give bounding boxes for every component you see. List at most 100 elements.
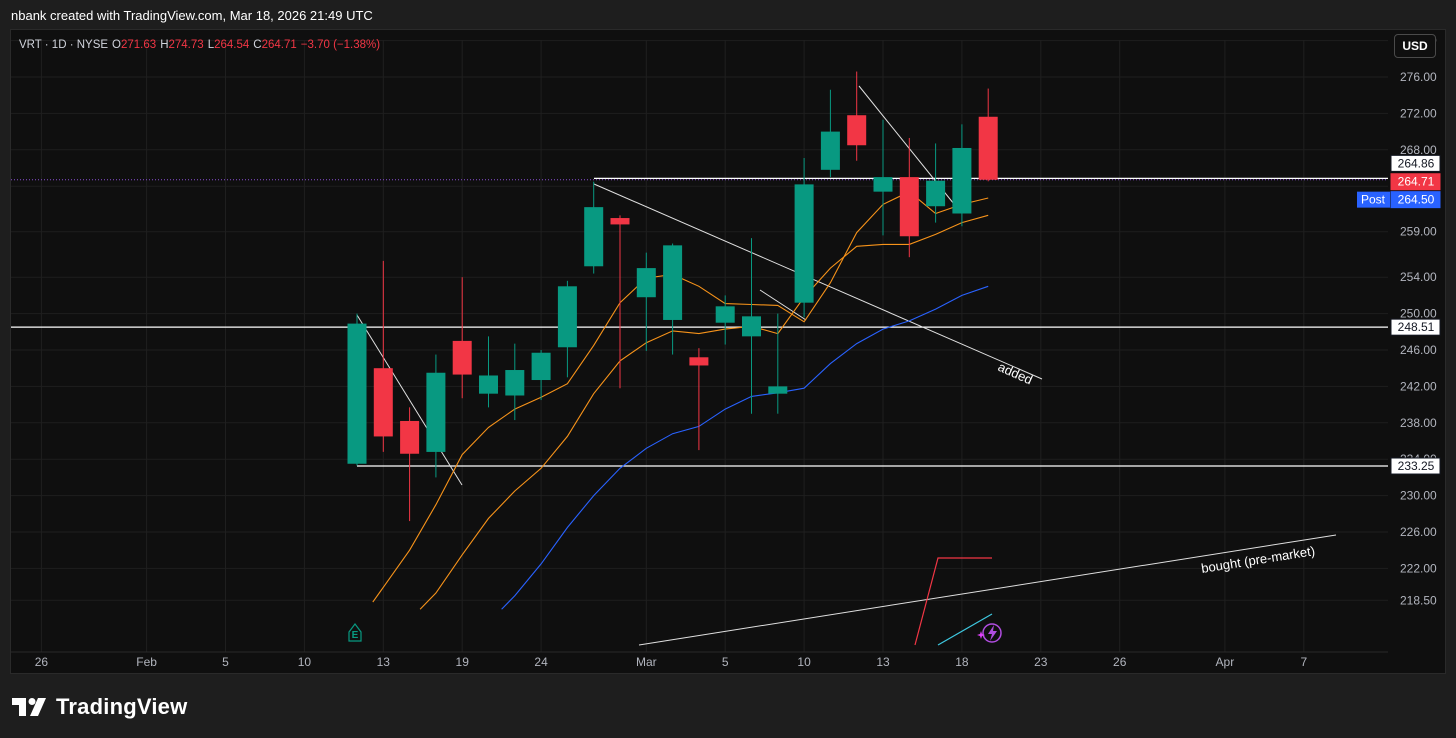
candle [978,88,998,182]
candle-body [820,131,840,170]
legend-low: L264.54 [207,39,250,51]
time-tick-label: 10 [298,655,312,669]
post-badge-text: Post [1361,193,1386,207]
legend-change: −3.70 (−1.38%) [300,39,381,51]
tradingview-logo[interactable]: TradingView [12,694,188,719]
candle-body [505,370,525,396]
time-tick-label: 19 [456,655,470,669]
candle-body [636,268,656,298]
candle-body [794,184,814,303]
price-tick-label: 222.00 [1400,561,1437,575]
post-badge: Post [1357,191,1390,208]
legend-symbol: VRT · 1D · NYSE [19,39,109,51]
time-tick-label: Mar [636,655,657,669]
candle-body [426,372,446,452]
candle-body [663,245,683,320]
price-tick-label: 254.00 [1400,270,1437,284]
candle-body [347,323,367,464]
event-lightning-icon[interactable] [977,623,1002,643]
time-tick-label: 7 [1300,655,1307,669]
candle-body [689,357,709,366]
red-marker-line [914,557,992,646]
candle-body [899,177,919,237]
time-tick-label: Apr [1216,655,1235,669]
candle [715,295,735,345]
price-tick-label: 242.00 [1400,379,1437,393]
price-tag-level-a: 264.86 [1390,154,1441,172]
time-tick-label: 13 [377,655,391,669]
price-tag-level-a-text: 264.86 [1398,156,1435,170]
trendline-drawings [356,85,1337,646]
candle-body [400,420,420,454]
price-tick-label: 268.00 [1400,143,1437,157]
candle-body [768,386,788,394]
candle [373,260,393,452]
price-tag-level-c-text: 233.25 [1398,459,1435,473]
time-tick-label: Feb [136,655,157,669]
candle [847,71,867,161]
candle [768,313,788,414]
time-tick-label: 26 [1113,655,1127,669]
time-tick-label: 10 [797,655,811,669]
time-tick-label: 13 [876,655,890,669]
price-tick-label: 238.00 [1400,416,1437,430]
candle [873,119,893,236]
time-tick-label: 5 [222,655,229,669]
price-tick-label: 276.00 [1400,70,1437,84]
price-tick-label: 246.00 [1400,343,1437,357]
candle [584,181,604,274]
candle-body [847,115,867,146]
price-tag-last: 264.71 [1390,173,1441,191]
time-tick-label: 26 [35,655,49,669]
candle [400,407,420,522]
candle-body [742,316,761,337]
candle [820,89,840,178]
candle [636,252,656,351]
currency-button[interactable]: USD [1394,34,1436,58]
tradingview-logo-text: TradingView [56,694,188,719]
moving-average-line [419,214,989,610]
candle-body [479,375,498,394]
candle-body [926,180,946,207]
price-chart[interactable]: 218.50222.00226.00230.00234.00238.00242.… [0,0,1456,738]
candle [479,336,498,408]
time-tick-label: 24 [534,655,548,669]
candle [452,277,472,399]
earnings-letter: E [352,630,359,641]
candle-body [531,352,551,381]
candle [663,243,683,355]
candle-body [557,286,577,348]
price-tick-label: 272.00 [1400,106,1437,120]
time-tick-label: 18 [955,655,969,669]
candle [531,350,551,401]
price-tag-last-text: 264.71 [1398,175,1435,189]
legend-close: C264.71 [253,39,297,51]
candle [610,215,630,389]
legend-open: O271.63 [112,39,157,51]
candle [347,313,367,466]
candle-body [452,340,472,375]
candle-body [584,207,604,267]
candle [742,238,761,414]
candle [689,348,709,451]
price-tag-post: 264.50 [1390,191,1441,209]
candle [505,343,525,421]
earnings-marker[interactable]: E [348,623,362,642]
time-axis: 26 Feb 5 10 13 19 24 Mar 5 10 13 18 23 26 Apr 7 [11,651,1388,669]
price-tick-label: 259.00 [1400,225,1437,239]
candle [557,280,577,378]
footer-bar [0,674,1456,738]
price-tag-level-c: 233.25 [1390,457,1441,475]
annotation-bought: bought (pre-market) [1200,543,1316,576]
price-tag-level-b: 248.51 [1390,318,1441,336]
price-tick-label: 230.00 [1400,489,1437,503]
candle [794,157,814,318]
time-tick-label: 23 [1034,655,1048,669]
price-tick-label: 218.50 [1400,593,1437,607]
candle-body [952,147,972,214]
candle-body [873,177,893,192]
price-tick-label: 250.00 [1400,307,1437,321]
candle [952,124,972,227]
candle-body [373,368,393,437]
chart-grid [11,40,1388,652]
